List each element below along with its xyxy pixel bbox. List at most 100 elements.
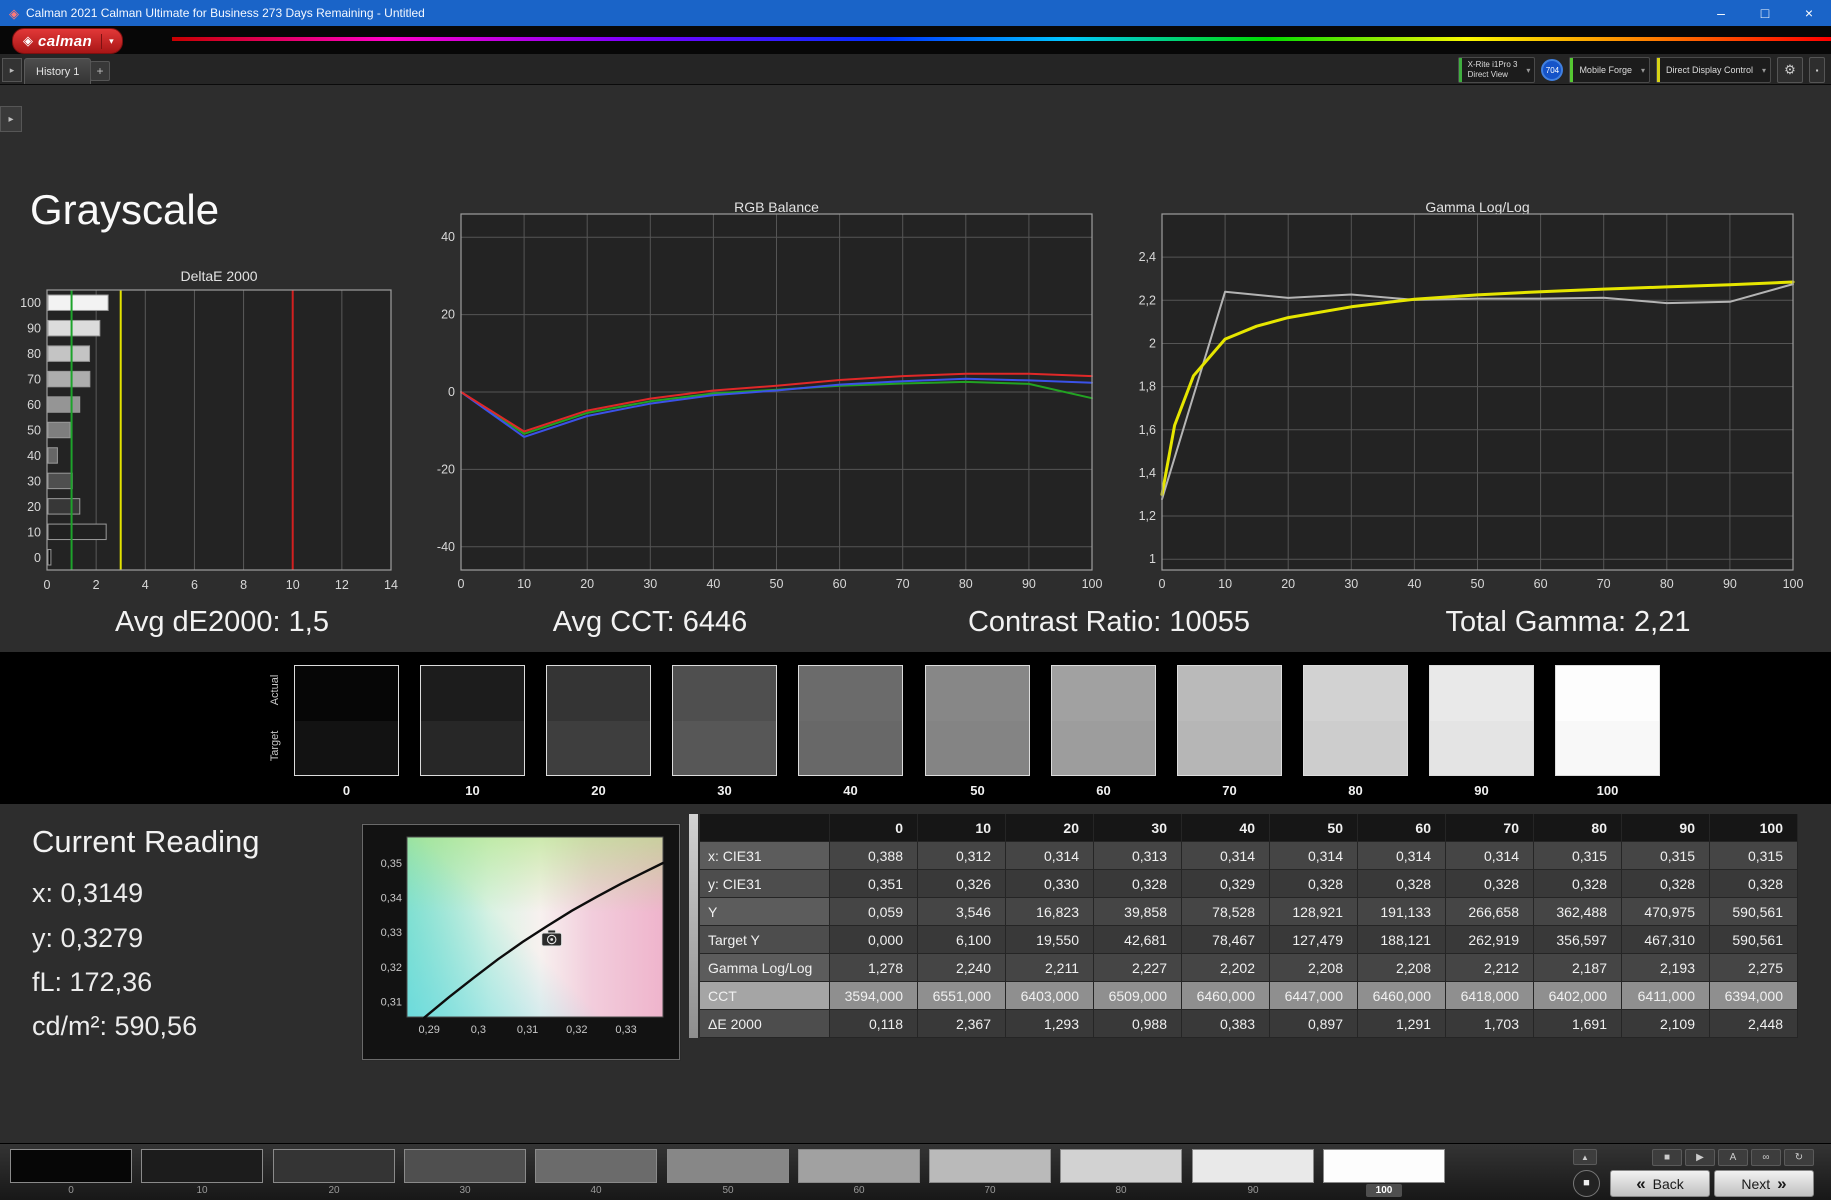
svg-text:40: 40 — [27, 449, 41, 463]
svg-text:40: 40 — [1407, 577, 1421, 591]
svg-text:0: 0 — [34, 551, 41, 565]
reading-x: x: 0,3149 — [32, 878, 144, 908]
stop-icon-button[interactable]: ■ — [1652, 1149, 1682, 1166]
table-row-label: y: CIE31 — [700, 870, 830, 898]
value-cell: 2,187 — [1534, 954, 1622, 982]
svg-text:70: 70 — [1597, 577, 1611, 591]
display-name: Direct Display Control — [1665, 65, 1753, 75]
svg-text:50: 50 — [27, 424, 41, 438]
refresh-icon-button[interactable]: ↻ — [1784, 1149, 1814, 1166]
svg-text:0,29: 0,29 — [418, 1024, 439, 1036]
swatch-level-label: 70 — [1222, 783, 1237, 798]
text-icon-button[interactable]: A — [1718, 1149, 1748, 1166]
minimize-button[interactable]: – — [1699, 0, 1743, 26]
table-row: Y 0,059 3,546 16,823 39,858 78,528 128,921 191,… — [700, 898, 1798, 926]
meter-dropdown[interactable]: X-Rite i1Pro 3 Direct View ▾ — [1457, 57, 1536, 83]
pattern-button-label: 20 — [328, 1185, 340, 1196]
value-cell: 0,351 — [830, 870, 918, 898]
settings-gear-button[interactable]: ⚙ — [1777, 57, 1803, 83]
table-column-header: 80 — [1534, 814, 1622, 842]
camera-meter-icon — [541, 929, 563, 947]
add-tab-button[interactable]: + — [90, 61, 110, 81]
table-row-label: Gamma Log/Log — [700, 954, 830, 982]
pattern-button-label: 10 — [196, 1185, 208, 1196]
svg-text:-20: -20 — [437, 462, 455, 476]
target-half — [547, 720, 650, 775]
pattern-button-100[interactable] — [1323, 1149, 1445, 1183]
svg-text:20: 20 — [580, 577, 594, 591]
pattern-button-10[interactable] — [141, 1149, 263, 1183]
loop-icon-button[interactable]: ∞ — [1751, 1149, 1781, 1166]
swatch-level-label: 60 — [1096, 783, 1111, 798]
reading-fl: fL: 172,36 — [32, 967, 153, 997]
table-row-label: CCT — [700, 982, 830, 1010]
swatch-level-label: 30 — [717, 783, 732, 798]
table-header-row: 0 10 20 30 40 50 60 70 80 90 100 — [700, 814, 1798, 842]
pattern-button-40[interactable] — [535, 1149, 657, 1183]
pattern-button-0[interactable] — [10, 1149, 132, 1183]
pattern-button-30[interactable] — [404, 1149, 526, 1183]
collapse-panel-button[interactable]: ▲ — [1573, 1149, 1597, 1165]
svg-text:10: 10 — [27, 525, 41, 539]
target-half — [421, 720, 524, 775]
target-half — [1304, 721, 1407, 776]
table-scrollbar[interactable] — [689, 814, 698, 1038]
table-column-header: 0 — [830, 814, 918, 842]
svg-text:80: 80 — [1660, 577, 1674, 591]
table-column-header: 30 — [1094, 814, 1182, 842]
svg-text:0,3: 0,3 — [471, 1024, 486, 1036]
nav-arrow-icon[interactable]: ▸ — [2, 58, 22, 82]
value-cell: 6460,000 — [1182, 982, 1270, 1010]
close-button[interactable]: × — [1787, 0, 1831, 26]
pattern-button-80[interactable] — [1060, 1149, 1182, 1183]
calman-menu-button[interactable]: ◈ calman ▾ — [12, 28, 123, 54]
stat-avg-cct: Avg CCT: 6446 — [552, 606, 748, 638]
svg-text:20: 20 — [1281, 577, 1295, 591]
value-cell: 191,133 — [1358, 898, 1446, 926]
value-cell: 6402,000 — [1534, 982, 1622, 1010]
value-cell: 0,329 — [1182, 870, 1270, 898]
value-cell: 0,314 — [1182, 842, 1270, 870]
value-cell: 0,326 — [918, 870, 1006, 898]
table-column-header: 90 — [1622, 814, 1710, 842]
value-cell: 3594,000 — [830, 982, 918, 1010]
cie-overlay: 0,29 0,3 0,31 0,32 0,33 0,35 0,34 0,33 0,32 0,31 — [381, 836, 665, 1036]
prev-slide-arrow[interactable]: ▸ — [0, 106, 22, 132]
value-cell: 39,858 — [1094, 898, 1182, 926]
reading-cdm2: cd/m²: 590,56 — [32, 1011, 198, 1041]
pattern-button-60[interactable] — [798, 1149, 920, 1183]
back-button[interactable]: « Back — [1610, 1170, 1710, 1197]
stat-contrast-ratio: Contrast Ratio: 10055 — [967, 606, 1251, 638]
tab-history-1[interactable]: History 1 — [24, 58, 92, 84]
pattern-button-90[interactable] — [1192, 1149, 1314, 1183]
svg-text:70: 70 — [896, 577, 910, 591]
pattern-toolbar: ■ ▶ A ∞ ↻ — [1652, 1149, 1814, 1166]
panel-toggle-button[interactable]: ▪ — [1809, 57, 1825, 83]
next-button[interactable]: Next » — [1714, 1170, 1814, 1197]
pattern-button-50[interactable] — [667, 1149, 789, 1183]
pattern-button-70[interactable] — [929, 1149, 1051, 1183]
value-cell: 1,291 — [1358, 1010, 1446, 1038]
svg-text:40: 40 — [706, 577, 720, 591]
main-toolbar: ◈ calman ▾ — [0, 26, 1831, 54]
source-dropdown[interactable]: Mobile Forge ▾ — [1569, 57, 1650, 83]
table-row-label: Y — [700, 898, 830, 926]
table-row: y: CIE31 0,351 0,326 0,330 0,328 0,329 0,328 0,… — [700, 870, 1798, 898]
value-cell: 2,211 — [1006, 954, 1094, 982]
pattern-button-label: 40 — [590, 1185, 602, 1196]
stat-total-gamma: Total Gamma: 2,21 — [1445, 606, 1691, 638]
value-cell: 0,059 — [830, 898, 918, 926]
display-control-dropdown[interactable]: Direct Display Control ▾ — [1655, 57, 1771, 83]
swatch-level-label: 100 — [1596, 783, 1619, 798]
pattern-window-button[interactable]: ■ — [1573, 1170, 1600, 1197]
source-status-accent — [1570, 58, 1574, 82]
value-cell: 590,561 — [1710, 898, 1798, 926]
value-cell: 16,823 — [1006, 898, 1094, 926]
target-half — [799, 721, 902, 776]
svg-text:70: 70 — [27, 373, 41, 387]
value-cell: 0,314 — [1006, 842, 1094, 870]
pattern-button-20[interactable] — [273, 1149, 395, 1183]
back-label: Back — [1652, 1175, 1684, 1192]
play-icon-button[interactable]: ▶ — [1685, 1149, 1715, 1166]
maximize-button[interactable]: □ — [1743, 0, 1787, 26]
